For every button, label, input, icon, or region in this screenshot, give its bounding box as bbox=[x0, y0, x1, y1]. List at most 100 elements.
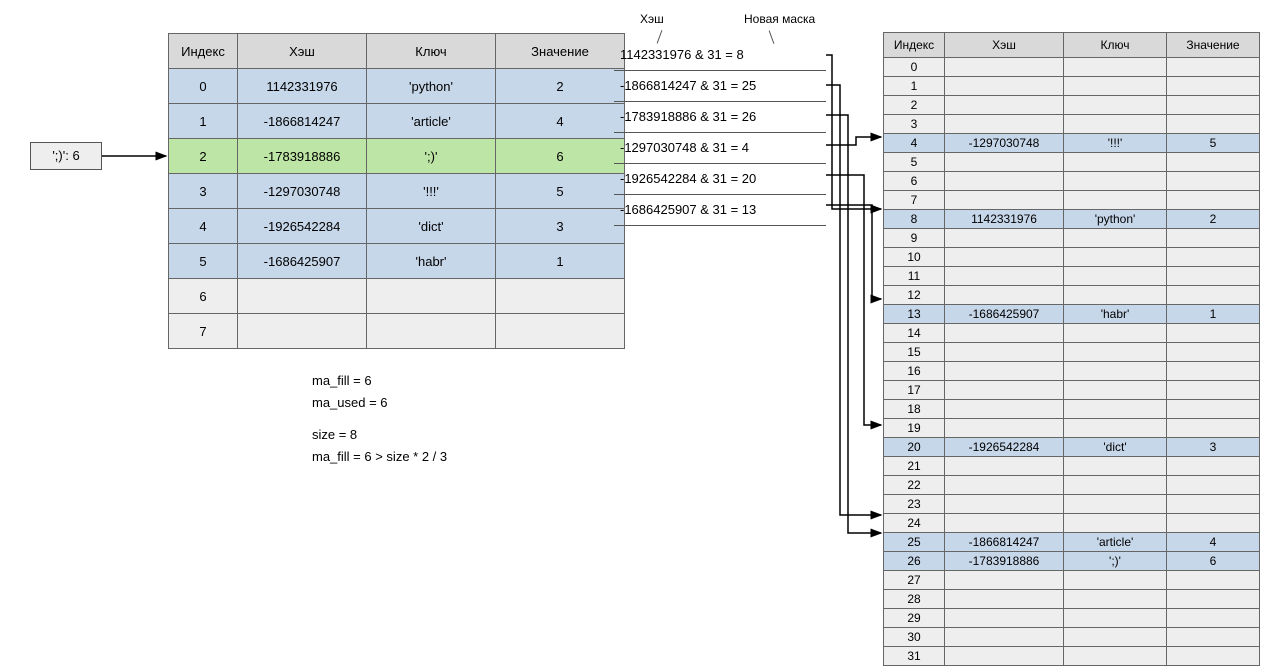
t32-row-21: 21 bbox=[884, 457, 1260, 476]
t32-cell: 27 bbox=[884, 571, 945, 590]
t32-cell: 17 bbox=[884, 381, 945, 400]
t32-cell: -1686425907 bbox=[945, 305, 1064, 324]
t8-cell-index: 5 bbox=[169, 244, 238, 279]
t32-cell: 10 bbox=[884, 248, 945, 267]
t32-cell bbox=[1167, 172, 1260, 191]
t32-row-23: 23 bbox=[884, 495, 1260, 514]
t8-row-5: 5-1686425907'habr'1 bbox=[169, 244, 625, 279]
t32-cell bbox=[945, 362, 1064, 381]
t8-cell-value: 6 bbox=[496, 139, 625, 174]
t32-cell: 18 bbox=[884, 400, 945, 419]
t32-cell bbox=[1167, 457, 1260, 476]
t8-row-7: 7 bbox=[169, 314, 625, 349]
t32-cell: 11 bbox=[884, 267, 945, 286]
t8-header-index: Индекс bbox=[169, 34, 238, 69]
t32-cell bbox=[945, 476, 1064, 495]
t32-row-25: 25-1866814247'article'4 bbox=[884, 533, 1260, 552]
t32-row-7: 7 bbox=[884, 191, 1260, 210]
calc-row-1: -1866814247 & 31 = 25 bbox=[614, 71, 826, 102]
t32-row-26: 26-1783918886';)'6 bbox=[884, 552, 1260, 571]
t32-cell: 3 bbox=[884, 115, 945, 134]
t32-row-30: 30 bbox=[884, 628, 1260, 647]
t8-header-value: Значение bbox=[496, 34, 625, 69]
t8-cell-value bbox=[496, 314, 625, 349]
t32-cell bbox=[1167, 115, 1260, 134]
t32-row-14: 14 bbox=[884, 324, 1260, 343]
t32-cell bbox=[1064, 58, 1167, 77]
t32-cell: ';)' bbox=[1064, 552, 1167, 571]
t8-cell-key: '!!!' bbox=[367, 174, 496, 209]
t32-cell: 24 bbox=[884, 514, 945, 533]
t32-row-5: 5 bbox=[884, 153, 1260, 172]
t32-cell: 1 bbox=[884, 77, 945, 96]
t8-cell-key: 'habr' bbox=[367, 244, 496, 279]
t8-cell-index: 2 bbox=[169, 139, 238, 174]
t32-cell: 21 bbox=[884, 457, 945, 476]
t32-cell bbox=[1167, 362, 1260, 381]
t32-cell bbox=[1064, 96, 1167, 115]
t8-cell-key bbox=[367, 314, 496, 349]
t32-cell: 2 bbox=[1167, 210, 1260, 229]
resize-info: ma_fill = 6 ma_used = 6 size = 8 ma_fill… bbox=[312, 370, 447, 468]
t32-cell bbox=[1064, 115, 1167, 134]
t32-row-31: 31 bbox=[884, 647, 1260, 666]
t8-cell-value: 1 bbox=[496, 244, 625, 279]
t8-cell-hash: -1686425907 bbox=[238, 244, 367, 279]
t32-cell: 15 bbox=[884, 343, 945, 362]
t32-cell: -1926542284 bbox=[945, 438, 1064, 457]
t32-cell bbox=[1167, 590, 1260, 609]
t32-cell: 13 bbox=[884, 305, 945, 324]
t32-cell bbox=[945, 381, 1064, 400]
t32-cell bbox=[945, 590, 1064, 609]
calc-label-mask: Новая маска bbox=[744, 12, 815, 26]
t32-row-27: 27 bbox=[884, 571, 1260, 590]
t32-cell bbox=[945, 153, 1064, 172]
t8-cell-key: ';)' bbox=[367, 139, 496, 174]
t32-row-12: 12 bbox=[884, 286, 1260, 305]
t32-cell bbox=[1167, 514, 1260, 533]
t32-cell bbox=[1064, 381, 1167, 400]
t32-cell bbox=[1167, 153, 1260, 172]
t32-cell bbox=[1167, 495, 1260, 514]
t32-cell bbox=[1064, 77, 1167, 96]
t8-cell-index: 7 bbox=[169, 314, 238, 349]
t32-cell bbox=[1167, 96, 1260, 115]
t32-row-16: 16 bbox=[884, 362, 1260, 381]
t8-row-6: 6 bbox=[169, 279, 625, 314]
t32-cell: 1 bbox=[1167, 305, 1260, 324]
t8-cell-index: 0 bbox=[169, 69, 238, 104]
t8-cell-value: 4 bbox=[496, 104, 625, 139]
t32-cell bbox=[945, 324, 1064, 343]
t32-cell bbox=[945, 96, 1064, 115]
t32-cell bbox=[1064, 495, 1167, 514]
t32-cell bbox=[1167, 400, 1260, 419]
t8-cell-index: 1 bbox=[169, 104, 238, 139]
t32-cell: 23 bbox=[884, 495, 945, 514]
t32-cell: 22 bbox=[884, 476, 945, 495]
t32-cell bbox=[1167, 419, 1260, 438]
t32-row-3: 3 bbox=[884, 115, 1260, 134]
t32-cell: 25 bbox=[884, 533, 945, 552]
t32-cell bbox=[945, 457, 1064, 476]
t8-cell-index: 4 bbox=[169, 209, 238, 244]
t32-cell: 2 bbox=[884, 96, 945, 115]
t32-cell: 'habr' bbox=[1064, 305, 1167, 324]
t32-cell bbox=[1064, 476, 1167, 495]
t32-cell bbox=[945, 343, 1064, 362]
t32-cell bbox=[945, 248, 1064, 267]
t32-cell: '!!!' bbox=[1064, 134, 1167, 153]
t8-cell-hash: 1142331976 bbox=[238, 69, 367, 104]
t32-cell bbox=[1167, 571, 1260, 590]
calc-row-5: -1686425907 & 31 = 13 bbox=[614, 195, 826, 226]
t32-header-value: Значение bbox=[1167, 33, 1260, 58]
t32-cell bbox=[1167, 609, 1260, 628]
t32-row-10: 10 bbox=[884, 248, 1260, 267]
t8-cell-hash: -1297030748 bbox=[238, 174, 367, 209]
t32-cell: -1866814247 bbox=[945, 533, 1064, 552]
t32-cell bbox=[1167, 628, 1260, 647]
t8-cell-key: 'article' bbox=[367, 104, 496, 139]
t32-cell: 20 bbox=[884, 438, 945, 457]
t8-cell-index: 6 bbox=[169, 279, 238, 314]
t8-cell-key: 'dict' bbox=[367, 209, 496, 244]
t32-cell: 'python' bbox=[1064, 210, 1167, 229]
